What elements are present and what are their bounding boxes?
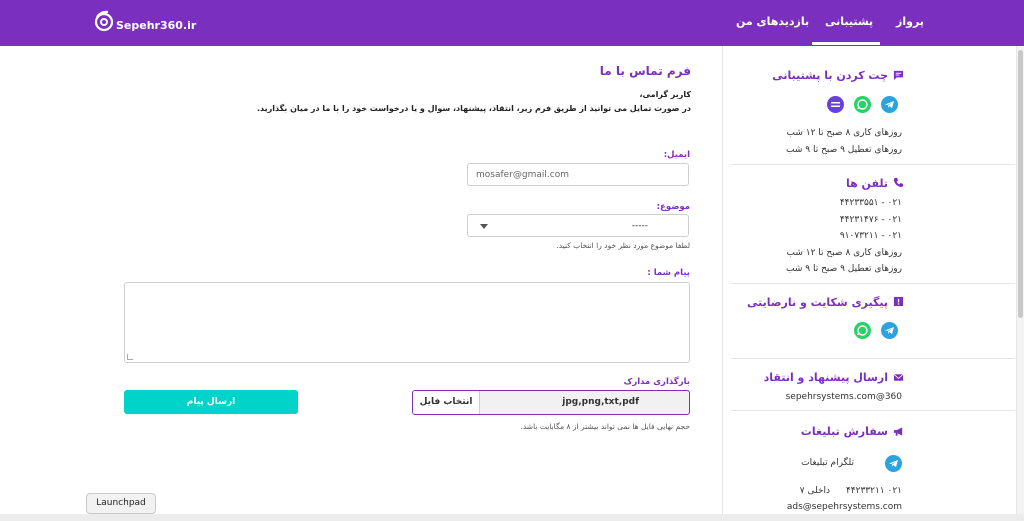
nav-flight[interactable]: پرواز [896,15,924,28]
separator [731,410,1015,411]
separator [731,283,1015,284]
whatsapp-icon[interactable] [854,322,871,339]
message-textarea[interactable] [124,282,690,363]
telegram-icon[interactable] [881,96,898,113]
email-input[interactable]: mosafer@gmail.com [467,163,689,186]
envelope-icon [893,373,904,381]
suggestion-email[interactable]: 360@sepehrsystems.com [786,392,902,402]
phone-icon [893,177,904,188]
logo-text: Sepehr360.ir [116,19,197,32]
nav-my-visits[interactable]: بازدیدهای من [736,15,809,28]
subject-hint: لطفا موضوع مورد نظر خود را انتخاب کنید. [556,241,690,250]
chat-hours-workdays: روزهای کاری ۸ صبح تا ۱۲ شب [786,128,902,138]
subject-label: موضوع: [656,202,690,212]
messenger-chat-icon[interactable] [827,96,844,113]
bottom-strip [0,514,1024,521]
message-label: پیام شما : [647,268,690,278]
file-types-text: jpg,png,txt,pdf [562,397,639,407]
nav-support[interactable]: پشتیبانی [825,15,873,28]
nav-active-indicator [812,42,880,45]
chat-hours-holidays: روزهای تعطیل ۹ صبح تا ۹ شب [786,145,902,155]
top-navbar: Sepehr360.ir پرواز پشتیبانی بازدیدهای من [0,0,1024,46]
phone-number-3[interactable]: ۰۲۱ - ۹۱۰۷۳۲۱۱ [840,231,902,241]
ads-phone[interactable]: ۰۲۱ ۴۴۲۳۳۲۱۱ [846,486,902,496]
scrollbar-thumb[interactable] [1018,50,1023,318]
telegram-icon[interactable] [881,322,898,339]
ads-email[interactable]: ads@sepehrsystems.com [787,502,902,512]
file-size-hint: حجم نهایی فایل ها نمی تواند بیشتر از ۸ م… [520,422,690,431]
chevron-down-icon [480,224,488,229]
send-message-button[interactable]: ارسال پیام [124,390,298,414]
complaint-title: پیگیری شکایت و نارضایتی [747,296,888,309]
complaint-icon [893,296,904,307]
telegram-icon[interactable] [885,455,902,472]
site-logo[interactable]: Sepehr360.ir [92,9,196,37]
support-sidebar: چت کردن با پشتیبانی روزهای کاری ۸ صبح تا… [722,46,1022,521]
ads-extension: داخلی ۷ [799,486,830,496]
form-title: فرم تماس با ما [599,64,691,78]
whatsapp-icon[interactable] [854,96,871,113]
email-value: mosafer@gmail.com [476,170,569,180]
form-greeting: کاربر گرامی، [639,90,691,99]
megaphone-icon [893,427,903,436]
phone-number-2[interactable]: ۰۲۱ - ۴۴۲۳۱۴۷۶ [840,215,902,225]
launchpad-button[interactable]: Launchpad [86,493,156,514]
separator [731,164,1015,165]
phone-hours-holidays: روزهای تعطیل ۹ صبح تا ۹ شب [786,264,902,274]
page-content: فرم تماس با ما کاربر گرامی، در صورت تمای… [0,46,1024,521]
chat-support-title: چت کردن با پشتیبانی [772,69,888,82]
choose-file-button[interactable]: انتخاب فایل [413,391,480,414]
resize-handle[interactable] [127,354,133,360]
ads-title: سفارش تبلیغات [800,425,888,438]
upload-label: بارگذاری مدارک [623,377,690,387]
subject-selected-value: ----- [631,221,648,231]
phone-hours-workdays: روزهای کاری ۸ صبح تا ۱۲ شب [786,248,902,258]
file-upload-field[interactable]: انتخاب فایل jpg,png,txt,pdf [412,390,690,415]
separator [731,358,1015,359]
chat-icon [893,70,904,81]
ads-telegram-label[interactable]: تلگرام تبلیغات [801,458,854,468]
logo-360-icon [94,10,114,32]
form-description: در صورت تمایل می توانید از طریق فرم زیر،… [257,104,691,113]
suggestion-title: ارسال پیشنهاد و انتقاد [763,371,888,384]
subject-select[interactable]: ----- [467,214,689,237]
phone-number-1[interactable]: ۰۲۱ - ۴۴۲۳۳۵۵۱ [840,198,902,208]
email-label: ایمیل: [663,150,690,160]
phones-title: تلفن ها [845,177,888,190]
